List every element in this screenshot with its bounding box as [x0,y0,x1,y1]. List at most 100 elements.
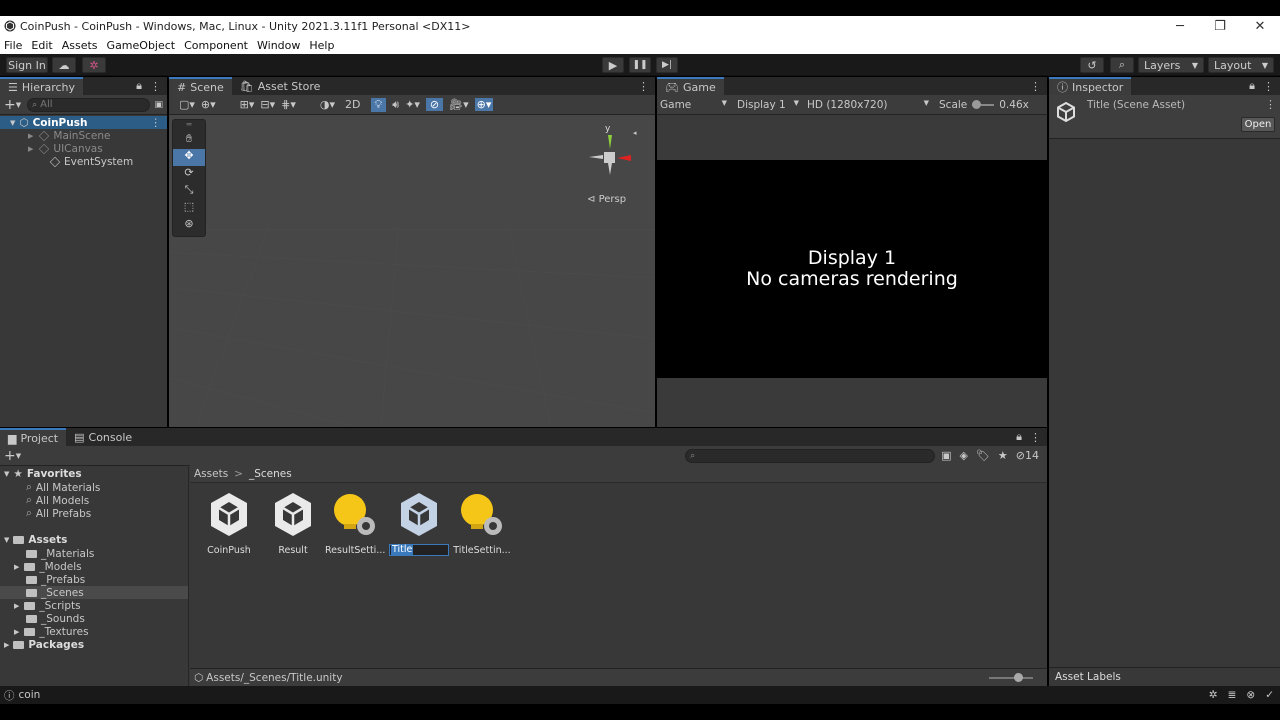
chevron-right-icon[interactable]: ▶ [14,628,19,636]
rect-tool-icon[interactable]: ⬚ [173,200,205,217]
menu-file[interactable]: File [4,39,22,52]
tab-project[interactable]: ▆ Project [0,428,67,446]
lock-icon[interactable]: 🔒︎ [136,79,142,93]
folder-item[interactable]: ▶ _Models [0,560,188,573]
transform-tool-icon[interactable]: ⊛ [173,217,205,234]
game-mode-dropdown[interactable]: Game ▼ [657,99,731,111]
chevron-down-icon[interactable]: ▼ [16,101,21,109]
asset-item[interactable]: CoinPush [199,490,259,556]
tab-game[interactable]: 🎮︎ Game [657,77,724,95]
kebab-menu-icon[interactable]: ⋮ [1265,98,1276,111]
kebab-menu-icon[interactable]: ⋮ [638,80,649,93]
resolution-dropdown[interactable]: HD (1280x720) ▼ [799,99,929,111]
search-by-type-icon[interactable]: ▣ [941,449,951,462]
scene-orientation-gizmo[interactable]: y ◂ [581,121,645,187]
tab-scene[interactable]: # Scene [169,77,232,95]
folder-item[interactable]: _Materials [0,547,188,560]
increment-snap-icon[interactable]: ⋕▾ [281,98,296,111]
hierarchy-item[interactable]: ▶ UICanvas [0,142,167,155]
chevron-down-icon[interactable]: ▼ [4,536,9,544]
lighting-icon[interactable]: 💡︎ [370,97,387,112]
menu-component[interactable]: Component [184,39,248,52]
rotate-tool-icon[interactable]: ⟳ [173,166,205,183]
search-filter-icon[interactable]: ▣ [154,100,163,110]
project-search-input[interactable]: ⌕ [685,448,936,463]
scale-slider[interactable] [972,99,995,109]
effects-icon[interactable]: ✦▾ [405,98,420,111]
gizmo-mode-icon[interactable]: ⊕▾ [201,98,216,111]
tab-console[interactable]: ▤ Console [66,428,140,446]
hierarchy-scene-row[interactable]: ▼ ⬡ CoinPush ⋮ [0,116,167,129]
scale-tool-icon[interactable]: ⤡ [173,183,205,200]
chevron-down-icon[interactable]: ▼ [16,452,21,460]
checkmark-icon[interactable]: ✓ [1265,689,1274,701]
layout-dropdown[interactable]: Layout ▼ [1208,57,1274,73]
kebab-menu-icon[interactable]: ⋮ [151,117,162,129]
snap-icon[interactable]: ⊞▾ [240,98,255,111]
collab-icon[interactable]: ✲ [82,57,106,73]
display-dropdown[interactable]: Display 1 ▼ [731,99,799,111]
minimize-button[interactable]: ─ [1160,19,1200,34]
kebab-menu-icon[interactable]: ⋮ [1030,80,1041,93]
step-icon[interactable]: ▶| [656,57,678,73]
lock-icon[interactable]: 🔒︎ [1016,430,1022,444]
status-text[interactable]: coin [19,689,41,701]
layers-stack-icon[interactable]: ≣ [1228,689,1237,701]
favorite-item[interactable]: ⌕ All Materials [0,481,188,494]
close-button[interactable]: ✕ [1240,19,1280,34]
chevron-down-icon[interactable]: ▼ [10,119,15,127]
hidden-objects-icon[interactable]: ⊘ [425,98,444,111]
mode-2d-button[interactable]: 2D [341,98,364,111]
kebab-menu-icon[interactable]: ⋮ [1030,431,1041,444]
breadcrumb-current[interactable]: _Scenes [249,468,292,480]
hierarchy-search[interactable]: ⌕ All [27,97,151,112]
open-button[interactable]: Open [1241,117,1275,132]
tag-icon[interactable]: 🏷︎ [976,449,990,462]
kebab-menu-icon[interactable]: ⋮ [150,80,161,93]
asset-item-selected[interactable]: Title [389,490,449,556]
pause-icon[interactable]: ❚❚ [629,57,651,73]
cloud-icon[interactable]: ☁ [52,57,76,73]
favorite-star-icon[interactable]: ★ [998,449,1008,462]
drag-handle-icon[interactable]: ═ [173,120,205,132]
favorite-item[interactable]: ⌕ All Prefabs [0,507,188,520]
menu-assets[interactable]: Assets [62,39,98,52]
layers-dropdown[interactable]: Layers ▼ [1138,57,1204,73]
restore-button[interactable]: ❐ [1200,19,1240,34]
assets-root-row[interactable]: ▼ Assets [0,533,188,547]
folder-item[interactable]: _Prefabs [0,573,188,586]
add-icon[interactable]: + [4,97,16,113]
move-tool-icon[interactable]: ✥ [173,149,205,166]
hierarchy-item[interactable]: ▶ MainScene [0,129,167,142]
history-icon[interactable]: ↺ [1080,57,1104,73]
tab-inspector[interactable]: ⓘ Inspector [1049,77,1132,95]
packages-row[interactable]: ▶ Packages [0,638,188,652]
network-icon[interactable]: ⊗ [1246,689,1255,701]
asset-item[interactable]: TitleSettin... [452,490,512,556]
gizmos-icon[interactable]: ⊕▾ [474,98,494,111]
favorites-row[interactable]: ▼ ★ Favorites [0,467,188,481]
tab-asset-store[interactable]: 🛍︎ Asset Store [232,77,329,95]
search-by-label-icon[interactable]: ◈ [959,449,967,462]
folder-item[interactable]: _Sounds [0,612,188,625]
play-icon[interactable]: ▶ [602,57,624,73]
chevron-right-icon[interactable]: ▶ [14,602,19,610]
tab-hierarchy[interactable]: ☰ Hierarchy [0,77,84,95]
icon-size-slider-thumb[interactable] [1014,672,1023,682]
audio-icon[interactable]: 🔊︎ [392,98,399,112]
chevron-right-icon[interactable]: ▶ [28,132,33,140]
chevron-right-icon[interactable]: ▶ [14,563,19,571]
menu-edit[interactable]: Edit [31,39,52,52]
scale-slider-thumb[interactable] [972,99,982,109]
breadcrumb-root[interactable]: Assets [194,468,228,480]
rename-field[interactable]: Title [389,544,449,556]
bug-icon[interactable]: ✲ [1209,689,1218,701]
hand-tool-icon[interactable]: ✋︎ [173,132,205,149]
folder-item[interactable]: ▶ _Textures [0,625,188,638]
shading-icon[interactable]: ◑▾ [320,98,335,111]
menu-help[interactable]: Help [309,39,334,52]
persp-label[interactable]: ⊲ Persp [587,194,626,205]
camera-icon[interactable]: 🎥︎▾ [449,98,469,111]
chevron-down-icon[interactable]: ▼ [4,470,9,478]
folder-item-selected[interactable]: _Scenes [0,586,188,599]
